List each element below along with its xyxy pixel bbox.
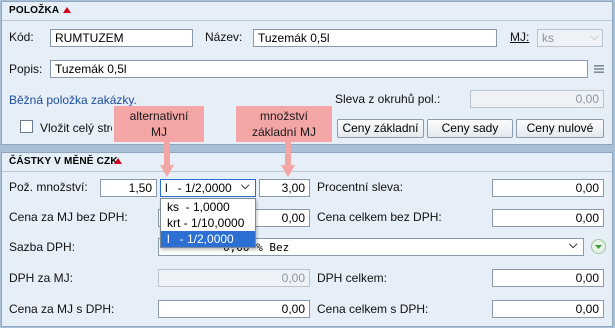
zakladni-mnozstvi-value: 3,00 <box>259 179 310 197</box>
polozka-type-link[interactable]: Běžná položka zakázky. <box>9 93 137 107</box>
mj-chevron-down-icon[interactable]: ⌵ <box>590 31 598 44</box>
cena-mj-bez-dph-label: Cena za MJ bez DPH: <box>9 210 128 224</box>
procentni-sleva-input[interactable]: 0,00 <box>492 179 604 197</box>
sazba-dph-chevron-down-icon[interactable]: ⌵ <box>569 239 577 252</box>
ceny-zakladni-button[interactable]: Ceny základní <box>337 119 424 138</box>
sleva-okruhu-label: Sleva z okruhů pol.: <box>335 92 441 106</box>
callout-alternativni-arrow-head <box>160 165 174 177</box>
expand-green-icon[interactable] <box>591 239 606 254</box>
hamburger-menu-icon[interactable] <box>594 63 604 73</box>
poz-mnozstvi-label: Pož. množství: <box>9 180 88 194</box>
unit-option-ks[interactable]: ks - 1,0000 <box>161 199 255 215</box>
kod-input[interactable]: RUMTUZEM <box>50 29 193 47</box>
polozka-header: POLOŽKA <box>9 5 60 16</box>
cena-mj-s-dph-input[interactable]: 0,00 <box>158 300 310 318</box>
unit-option-l[interactable]: l - 1/2,0000 <box>161 231 255 247</box>
cena-celkem-s-dph-input[interactable]: 0,00 <box>492 300 604 318</box>
kod-label: Kód: <box>9 30 34 44</box>
dph-celkem-label: DPH celkem: <box>317 271 388 285</box>
callout-mnozstvi-text: množství základní MJ <box>251 109 317 139</box>
unit-dropdown-list: ks - 1,0000 krt - 1/10,0000 l - 1/2,0000 <box>160 198 256 248</box>
ceny-nulove-button[interactable]: Ceny nulové <box>516 119 604 138</box>
ceny-sady-button[interactable]: Ceny sady <box>427 119 513 138</box>
callout-mnozstvi-arrow-head <box>281 165 295 177</box>
cena-celkem-s-dph-label: Cena celkem s DPH: <box>317 302 429 316</box>
castky-collapse-icon[interactable] <box>114 158 122 164</box>
unit-select-chevron-down-icon[interactable]: ⌵ <box>241 180 249 193</box>
unit-option-krt[interactable]: krt - 1/10,0000 <box>161 215 255 231</box>
mj-select-value: ks <box>542 31 554 45</box>
dph-mj-value: 0,00 <box>158 269 310 287</box>
sleva-okruhu-value: 0,00 <box>470 90 604 108</box>
cena-celkem-bez-dph-label: Cena celkem bez DPH: <box>317 210 442 224</box>
unit-select-value: l - 1/2,0000 <box>165 181 232 195</box>
nazev-input[interactable]: Tuzemák 0,5l <box>253 29 497 47</box>
mj-label: MJ: <box>510 30 530 44</box>
popis-input[interactable]: Tuzemák 0,5l <box>50 60 588 78</box>
dph-mj-label: DPH za MJ: <box>9 271 74 285</box>
nazev-label: Název: <box>205 30 243 44</box>
popis-label: Popis: <box>9 62 43 76</box>
callout-mnozstvi-zakladni-mj: množství základní MJ <box>236 106 332 142</box>
callout-alternativni-mj: alternativní MJ <box>114 106 204 142</box>
poz-mnozstvi-input[interactable]: 1,50 <box>100 179 157 197</box>
dph-celkem-input[interactable]: 0,00 <box>492 269 604 287</box>
vlozit-checkbox[interactable] <box>20 120 33 133</box>
castky-header-separator <box>2 171 612 172</box>
vlozit-checkbox-label: Vložit celý stro <box>40 121 112 135</box>
callout-alternativni-arrow-shaft <box>164 142 170 166</box>
callout-alternativni-text: alternativní MJ <box>129 109 189 139</box>
sazba-dph-label: Sazba DPH: <box>9 240 76 254</box>
callout-mnozstvi-arrow-shaft <box>285 142 291 166</box>
cena-mj-s-dph-label: Cena za MJ s DPH: <box>9 302 115 316</box>
cena-celkem-bez-dph-input[interactable]: 0,00 <box>492 209 604 227</box>
procentni-sleva-label: Procentní sleva: <box>317 180 404 194</box>
castky-header: ČÁSTKY V MĚNĚ CZK <box>9 156 118 167</box>
polozka-collapse-icon[interactable] <box>63 7 71 13</box>
polozka-header-separator <box>2 20 612 21</box>
